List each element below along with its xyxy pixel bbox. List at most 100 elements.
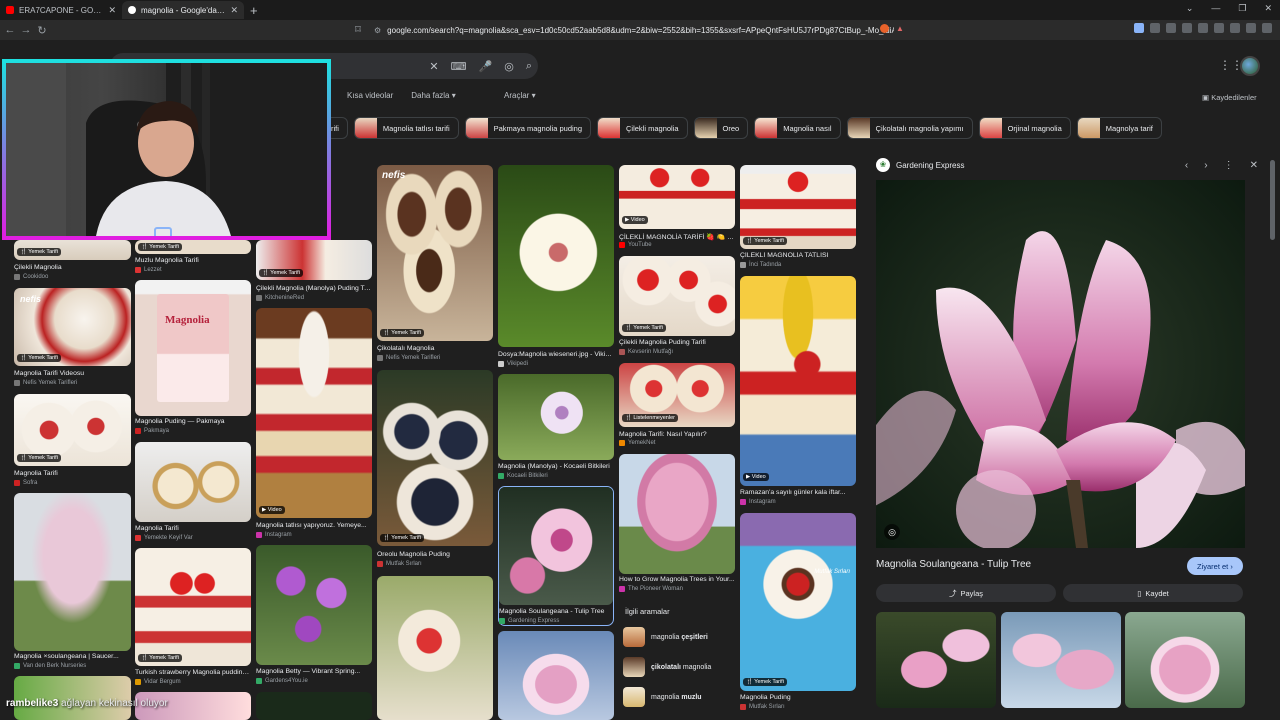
extensions-icon[interactable] [1182,23,1192,33]
image-result[interactable]: 🍴 Yemek Tarifi Çilekli Magnolia Cookidoo [14,240,131,284]
image-result[interactable] [256,692,372,720]
source-label: YemekNet [628,440,656,446]
chip[interactable]: Magnolia tatlısı tarifi [353,117,459,139]
image-result[interactable] [377,576,493,720]
related-image[interactable] [1001,612,1121,708]
mic-icon[interactable]: 🎤 [479,60,493,73]
image-result[interactable]: Dosya:Magnolia wieseneri.jpg - Vikipedi … [498,165,614,369]
scrollbar[interactable] [1270,160,1275,240]
saved-link[interactable]: ▣ Kaydedilenler [1202,93,1257,102]
lens-icon[interactable]: ◎ [504,60,514,73]
source-label: Nefis Yemek Tarifleri [23,380,78,386]
close-window-button[interactable]: ✕ [1264,3,1272,14]
image-result[interactable]: Magnolia (Manolya) - Kocaeli Bitkileri K… [498,374,614,482]
image-result[interactable]: 🍴 Yemek Tarifi Çilekli Magnolia Puding T… [619,256,735,358]
chip[interactable]: Orjinal magnolia [978,117,1071,139]
image-result[interactable]: ▶ Video Ramazan'a sayılı günler kala ift… [740,276,856,508]
maximize-button[interactable]: ❐ [1238,3,1246,14]
panel-title: Magnolia Soulangeana - Tulip Tree [876,559,1032,570]
site-favicon [499,618,505,624]
image-result[interactable]: How to Grow Magnolia Trees in Your... Th… [619,454,735,596]
image-result[interactable]: nefis 🍴 Yemek Tarifi Çikolatalı Magnolia… [377,165,493,365]
extension-icon[interactable] [1150,23,1160,33]
source-label: Yemekte Keyif Var [144,535,193,541]
chip[interactable]: Oreo [693,117,749,139]
more-options-icon[interactable]: ⋮ [1224,160,1234,171]
chip[interactable]: Çikolatalı magnolia yapımı [846,117,973,139]
image-result[interactable]: 🍴 Yemek Tarifi Muzlu Magnolia Tarifi Lez… [135,240,251,276]
extension-icon[interactable]: ▲ [896,24,904,33]
image-result[interactable]: nefis 🍴 Yemek Tarifi Magnolia Tarifi Vid… [14,288,131,388]
image-result[interactable]: Mutfak Sırları 🍴 Yemek Tarifi Magnolia P… [740,513,856,713]
related-item[interactable]: magnolia muzlu [623,686,702,708]
image-result[interactable]: 🍴 Listelenmeyenler Magnolia Tarifi: Nası… [619,363,735,449]
nefis-logo: nefis [382,170,406,181]
panel-source[interactable]: ❀ Gardening Express [876,158,964,172]
source-label: Gardening Express [508,618,560,624]
image-result[interactable]: Magnolia Betty — Vibrant Spring... Garde… [256,545,372,687]
menu-icon[interactable] [1262,23,1272,33]
bookmark-icon[interactable]: ⌑ [350,23,366,36]
next-icon[interactable]: › [1204,160,1207,171]
related-image[interactable] [1125,612,1245,708]
image-result[interactable]: 🍴 Yemek Tarifi Turkish strawberry Magnol… [135,548,251,688]
address-bar[interactable]: ⚙ google.com/search?q=magnolia&sca_esv=1… [374,22,894,38]
download-icon[interactable] [1214,23,1224,33]
result-title: Magnolia Tarifi Videosu [14,370,85,377]
image-result[interactable]: Magnolia Tarifi Yemekte Keyif Var [135,442,251,544]
related-image[interactable] [876,612,996,708]
close-icon[interactable]: ✕ [1250,160,1258,171]
screenshot-icon[interactable] [1230,23,1240,33]
close-tab-icon[interactable]: ✕ [108,5,116,16]
close-tab-icon[interactable]: ✕ [230,5,238,16]
reload-button[interactable]: ↻ [34,24,50,37]
related-item[interactable]: çikolatalı magnolia [623,656,711,678]
clear-icon[interactable]: ✕ [429,60,438,73]
tools-filter[interactable]: Araçlar ▾ [504,91,536,103]
filter-short-videos[interactable]: Kısa videolar [347,91,393,103]
previous-icon[interactable]: ‹ [1185,160,1188,171]
search-icon[interactable]: ⌕ [526,60,532,73]
keyboard-icon[interactable]: ⌨ [451,60,467,73]
image-result[interactable]: 🍴 Yemek Tarifi Oreolu Magnolia Puding Mu… [377,370,493,570]
related-item[interactable]: magnolia çeşitleri [623,626,708,648]
result-source: Mutfak Sırları [377,561,422,567]
image-result[interactable]: ▶ Video Magnolia tatlısı yapıyoruz. Yeme… [256,308,372,540]
chip[interactable]: Magnolia nasıl [754,117,841,139]
visit-button[interactable]: Ziyaret et › [1187,557,1243,575]
chevron-down-icon[interactable]: ⌄ [1186,3,1194,14]
preview-image[interactable]: ◎ [876,180,1245,548]
filter-more[interactable]: Daha fazla ▾ [411,91,456,103]
lens-icon[interactable]: ◎ [884,524,900,540]
image-result[interactable]: 🍴 Yemek Tarifi Magnolia Tarifi Sofra [14,394,131,488]
image-result[interactable]: Magnolia ×soulangeana | Saucer... Van de… [14,493,131,671]
chip[interactable]: Magnolya tarif [1076,117,1162,139]
share-button[interactable]: ⤴ Paylaş [876,584,1056,602]
sidebar-icon[interactable] [1198,23,1208,33]
save-button[interactable]: ▯ Kaydet [1063,584,1243,602]
chip[interactable]: Çilekli magnolia [597,117,688,139]
image-result[interactable]: 🍴 Yemek Tarifi ÇİLEKLİ MAGNOLİA TATLISI … [740,165,856,271]
minimize-button[interactable]: — [1211,3,1220,14]
image-result[interactable] [498,631,614,720]
url-text: google.com/search?q=magnolia&sca_esv=1d0… [387,25,894,35]
image-result[interactable]: 🍴 Yemek Tarifi Çilekli Magnolia (Manolya… [256,240,372,304]
new-tab-button[interactable]: + [250,3,258,18]
image-result[interactable]: Magnolia Magnolia Puding — Pakmaya Pakma… [135,280,251,438]
extension-icon[interactable] [880,24,889,33]
shield-icon[interactable] [1246,23,1256,33]
image-result-selected[interactable]: Magnolia Soulangeana - Tulip Tree Garden… [498,486,614,626]
tab-era7capone[interactable]: ERA7CAPONE - GODFATHER (OFFICIA ✕ [0,1,122,19]
forward-button[interactable]: → [18,24,34,36]
tab-magnolia-search[interactable]: magnolia - Google'da Ara ✕ [122,1,244,19]
music-icon[interactable] [1166,23,1176,33]
result-source: Cookidoo [14,274,48,280]
chip[interactable]: Pakmaya magnolia puding [464,117,592,139]
chevron-right-icon: › [1230,561,1233,571]
site-info-icon[interactable]: ⚙ [374,26,381,35]
result-image [498,165,614,347]
avatar[interactable] [1240,56,1260,76]
back-button[interactable]: ← [2,24,18,36]
image-result[interactable]: ▶ Video ÇİLEKLİ MAGNOLİA TARİFİ 🍓 🍋 EN..… [619,165,735,251]
translate-icon[interactable] [1134,23,1144,33]
